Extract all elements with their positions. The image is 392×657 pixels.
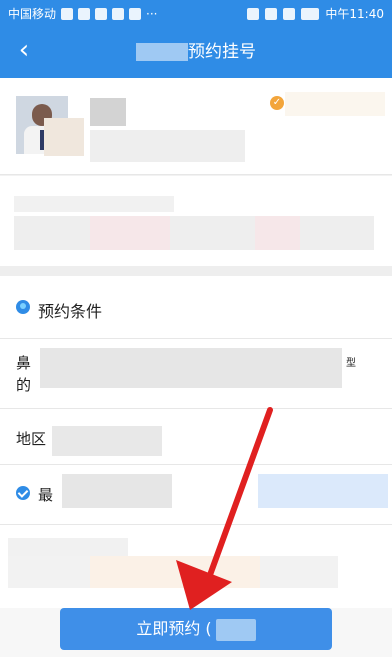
redacted-condition-1 <box>40 348 342 388</box>
redacted-condition-2 <box>52 426 162 456</box>
divider <box>0 464 392 465</box>
divider <box>0 408 392 409</box>
redacted-overlay <box>44 118 84 156</box>
redacted-button-part <box>215 618 256 641</box>
condition-row-1-tail: 型 <box>346 358 356 369</box>
book-now-label: 立即预约 ( <box>136 619 212 638</box>
signal-icon <box>283 7 296 20</box>
condition-row-2-label: 地区 <box>16 430 47 448</box>
divider <box>0 338 392 339</box>
battery-icon <box>301 7 320 20</box>
page-title: 预约挂号 <box>130 40 262 64</box>
status-left: 中国移动 ··· <box>8 5 157 22</box>
more-notifications: ··· <box>146 6 158 21</box>
section-gap <box>0 266 392 276</box>
condition-row-1-label-2: 的 <box>16 376 32 394</box>
redacted-note-1 <box>8 538 128 556</box>
camera-icon <box>112 7 125 20</box>
condition-icon <box>16 300 30 314</box>
redacted-title-part <box>136 43 188 61</box>
status-bar: 中国移动 ··· 中午11:40 <box>0 0 392 26</box>
redacted-doctor-info <box>90 130 245 162</box>
check-icon <box>16 486 30 500</box>
doctor-card[interactable]: ✓ <box>0 78 392 174</box>
redacted-line-2 <box>14 216 374 250</box>
sim-icon <box>61 7 74 20</box>
page-title-text: 预约挂号 <box>188 42 256 62</box>
alarm-icon <box>247 7 260 20</box>
app-icon <box>129 7 142 20</box>
chevron-left-icon: ‹ <box>18 35 30 65</box>
redacted-line-2b <box>255 216 300 250</box>
conditions-section: 预约条件 鼻 的 型 地区 最 <box>0 276 392 608</box>
back-button[interactable]: ‹ <box>10 36 38 66</box>
redacted-condition-3 <box>62 474 172 508</box>
redacted-condition-3-right <box>258 474 388 508</box>
redacted-line-1 <box>14 196 174 212</box>
chat-icon <box>78 7 91 20</box>
condition-row-1-label: 鼻 <box>16 354 32 372</box>
redacted-badge-text <box>285 92 385 116</box>
verified-badge-icon: ✓ <box>270 96 284 110</box>
carrier-text: 中国移动 <box>8 7 57 21</box>
schedule-section <box>0 176 392 266</box>
status-right: 中午11:40 <box>247 5 384 22</box>
redacted-note-2a <box>90 556 260 588</box>
wifi-icon <box>265 7 278 20</box>
divider <box>0 524 392 525</box>
condition-row-3-label: 最 <box>38 486 54 504</box>
redacted-doctor-name <box>90 98 126 126</box>
divider <box>0 174 392 175</box>
app-bar: ‹ 预约挂号 <box>0 26 392 78</box>
redacted-line-2a <box>90 216 170 250</box>
book-now-button[interactable]: 立即预约 ( <box>60 608 332 650</box>
conditions-header: 预约条件 <box>38 302 103 321</box>
clock-text: 中午11:40 <box>325 7 384 21</box>
sms-icon <box>95 7 108 20</box>
